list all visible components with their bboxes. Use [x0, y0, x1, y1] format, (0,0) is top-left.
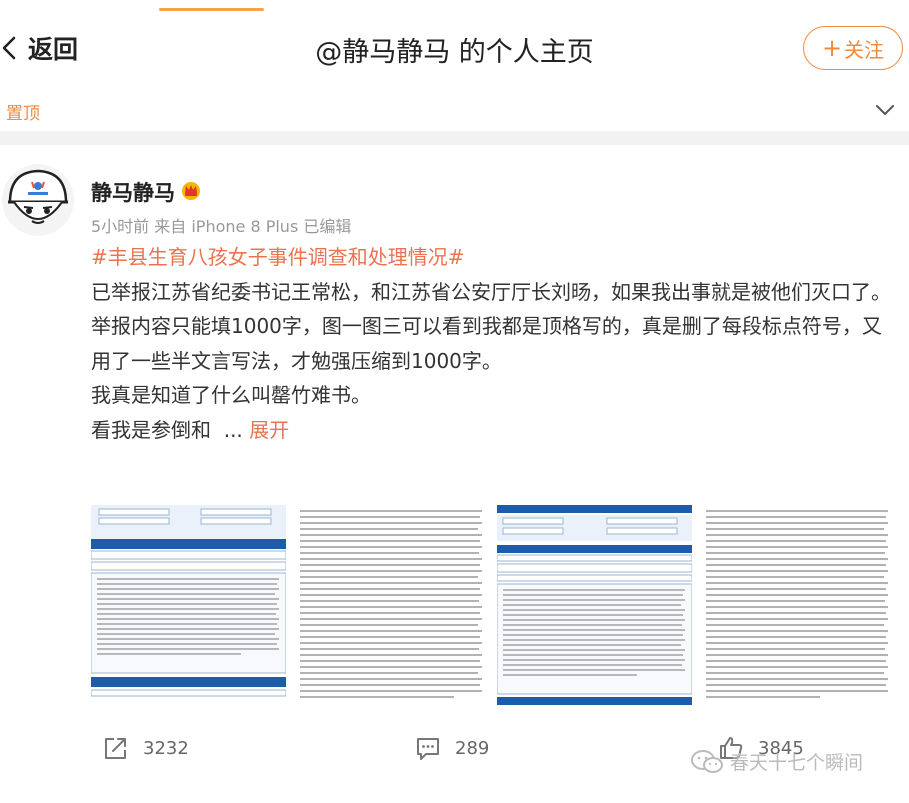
follow-label: 关注 [844, 37, 885, 62]
top-bar: 返回 @静马静马 的个人主页 + 关注 [0, 0, 909, 95]
share-button[interactable]: 3232 [103, 735, 189, 761]
wechat-icon [691, 749, 723, 773]
watermark-text: 春天十七个瞬间 [730, 752, 864, 774]
post-meta: 5小时前 来自 iPhone 8 Plus 已编辑 [91, 217, 352, 236]
crown-badge-icon [182, 182, 200, 200]
plus-icon: + [821, 34, 843, 62]
thumbnail-image-1[interactable] [91, 505, 286, 705]
post-paragraph: 举报内容只能填1000字，图一图三可以看到我都是顶格写的，真是删了每段标点符号，… [91, 314, 882, 373]
image-thumbnails [91, 505, 901, 705]
expand-link[interactable]: 展开 [249, 418, 289, 442]
share-icon [105, 738, 126, 759]
truncated-text: 看我是参倒和 [91, 417, 211, 442]
comment-button[interactable]: 289 [415, 735, 489, 761]
pinned-row: 置顶 [0, 95, 909, 131]
post-paragraph: 我真是知道了什么叫罄竹难书。 [91, 383, 371, 407]
page-title: @静马静马 的个人主页 [315, 37, 594, 68]
post-text: #丰县生育八孩女子事件调查和处理情况# 已举报江苏省纪委书记王常松，和江苏省公安… [91, 240, 891, 447]
top-accent-line [159, 8, 264, 11]
chevron-down-icon[interactable] [874, 99, 896, 121]
post-paragraph: 已举报江苏省纪委书记王常松，和江苏省公安厅厅长刘旸，如果我出事就是被他们灭口了。 [91, 279, 891, 304]
helmet-avatar-icon [2, 164, 74, 236]
section-separator [0, 131, 909, 145]
follow-button[interactable]: + 关注 [803, 26, 903, 70]
share-count: 3232 [143, 737, 189, 759]
avatar[interactable] [2, 164, 74, 236]
username[interactable]: 静马静马 [91, 177, 175, 207]
watermark: 春天十七个瞬间 [690, 748, 863, 775]
thumbnail-image-2[interactable] [294, 505, 489, 705]
hashtag-link[interactable]: #丰县生育八孩女子事件调查和处理情况# [91, 245, 465, 269]
thumbnail-image-4[interactable] [700, 505, 895, 705]
pinned-label: 置顶 [6, 104, 40, 124]
thumbnail-image-3[interactable] [497, 505, 692, 705]
ellipsis: ... [223, 417, 243, 442]
comment-count: 289 [455, 737, 490, 759]
comment-icon [417, 738, 439, 760]
